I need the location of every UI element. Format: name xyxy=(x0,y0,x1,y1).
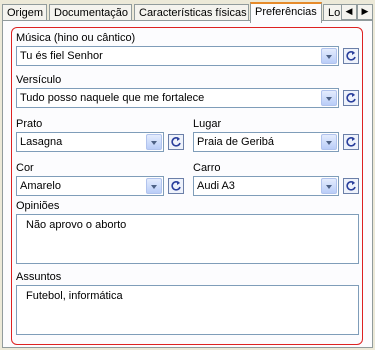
prato-select[interactable]: Lasagna xyxy=(16,132,164,152)
tab-documentacao[interactable]: Documentação xyxy=(49,4,132,21)
carro-select[interactable]: Audi A3 xyxy=(193,176,339,196)
versiculo-value: Tudo posso naquele que me fortalece xyxy=(20,92,205,104)
tab-label: Documentação xyxy=(54,7,128,19)
arrow-left-icon: ◀ xyxy=(345,6,353,16)
versiculo-label: Versículo xyxy=(16,74,62,86)
opinioes-value: Não aprovo o aborto xyxy=(26,219,127,231)
versiculo-select[interactable]: Tudo posso naquele que me fortalece xyxy=(16,88,339,108)
chevron-down-icon[interactable] xyxy=(146,134,162,150)
cor-refresh-button[interactable] xyxy=(168,178,184,194)
opinioes-textarea[interactable]: Não aprovo o aborto xyxy=(16,214,359,264)
prato-refresh-button[interactable] xyxy=(168,134,184,150)
cor-select[interactable]: Amarelo xyxy=(16,176,164,196)
arrow-right-icon: ▶ xyxy=(361,6,369,16)
refresh-icon xyxy=(346,137,356,147)
refresh-icon xyxy=(346,181,356,191)
tab-label: Características físicas xyxy=(139,7,247,19)
cor-value: Amarelo xyxy=(20,180,61,192)
chevron-down-icon[interactable] xyxy=(321,48,337,64)
chevron-down-icon[interactable] xyxy=(321,90,337,106)
lugar-select[interactable]: Praia de Geribá xyxy=(193,132,339,152)
preferencias-panel: Música (hino ou cântico) Tu és fiel Senh… xyxy=(2,20,373,348)
assuntos-value: Futebol, informática xyxy=(26,290,123,302)
refresh-icon xyxy=(171,181,181,191)
musica-value: Tu és fiel Senhor xyxy=(20,50,103,62)
tab-preferencias[interactable]: Preferências xyxy=(250,2,322,23)
opinioes-label: Opiniões xyxy=(16,200,60,212)
musica-select[interactable]: Tu és fiel Senhor xyxy=(16,46,339,66)
lugar-label: Lugar xyxy=(193,118,222,130)
chevron-down-icon[interactable] xyxy=(146,178,162,194)
assuntos-textarea[interactable]: Futebol, informática xyxy=(16,285,359,335)
prato-label: Prato xyxy=(16,118,43,130)
lugar-refresh-button[interactable] xyxy=(343,134,359,150)
tab-label: Origem xyxy=(7,7,44,19)
cor-label: Cor xyxy=(16,162,34,174)
tab-label: Preferências xyxy=(255,6,317,18)
tab-strip: Origem Documentação Características físi… xyxy=(2,2,373,23)
tab-origem[interactable]: Origem xyxy=(2,4,47,21)
musica-label: Música (hino ou cântico) xyxy=(16,32,136,44)
versiculo-refresh-button[interactable] xyxy=(343,90,359,106)
assuntos-label: Assuntos xyxy=(16,271,62,283)
carro-refresh-button[interactable] xyxy=(343,178,359,194)
chevron-down-icon[interactable] xyxy=(321,134,337,150)
lugar-value: Praia de Geribá xyxy=(197,136,275,148)
carro-label: Carro xyxy=(193,162,221,174)
tab-scroll-right-button[interactable]: ▶ xyxy=(357,4,373,20)
tab-label: Lo xyxy=(328,7,341,19)
refresh-icon xyxy=(346,93,356,103)
refresh-icon xyxy=(346,51,356,61)
tab-caracteristicas-fisicas[interactable]: Características físicas xyxy=(134,4,249,21)
prato-value: Lasagna xyxy=(20,136,63,148)
tab-scroll-left-button[interactable]: ◀ xyxy=(341,4,357,20)
musica-refresh-button[interactable] xyxy=(343,48,359,64)
carro-value: Audi A3 xyxy=(197,180,235,192)
refresh-icon xyxy=(171,137,181,147)
chevron-down-icon[interactable] xyxy=(321,178,337,194)
preferencias-group: Música (hino ou cântico) Tu és fiel Senh… xyxy=(11,27,363,345)
